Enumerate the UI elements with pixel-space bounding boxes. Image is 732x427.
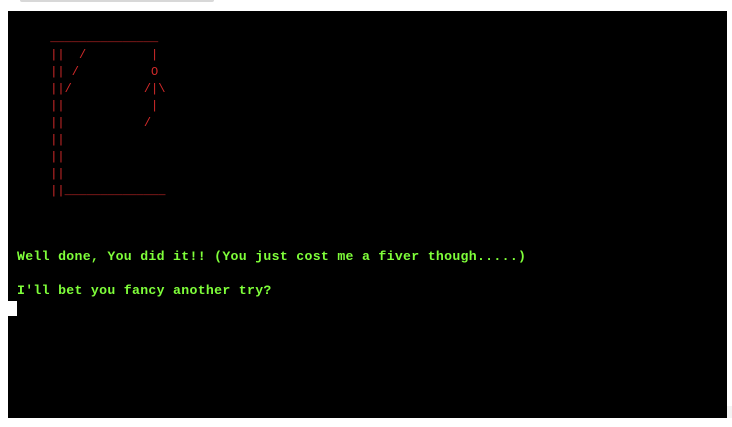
terminal-cursor[interactable]: [8, 301, 17, 316]
hangman-gallows-art: _______________ || / | || / O ||/ /|\ ||…: [50, 31, 166, 198]
browser-tab-strip: [20, 0, 214, 2]
terminal-window[interactable]: _______________ || / | || / O ||/ /|\ ||…: [8, 11, 727, 418]
win-message: Well done, You did it!! (You just cost m…: [17, 249, 527, 264]
play-again-prompt: I'll bet you fancy another try?: [17, 283, 272, 298]
scrollbar-corner: [727, 406, 732, 418]
